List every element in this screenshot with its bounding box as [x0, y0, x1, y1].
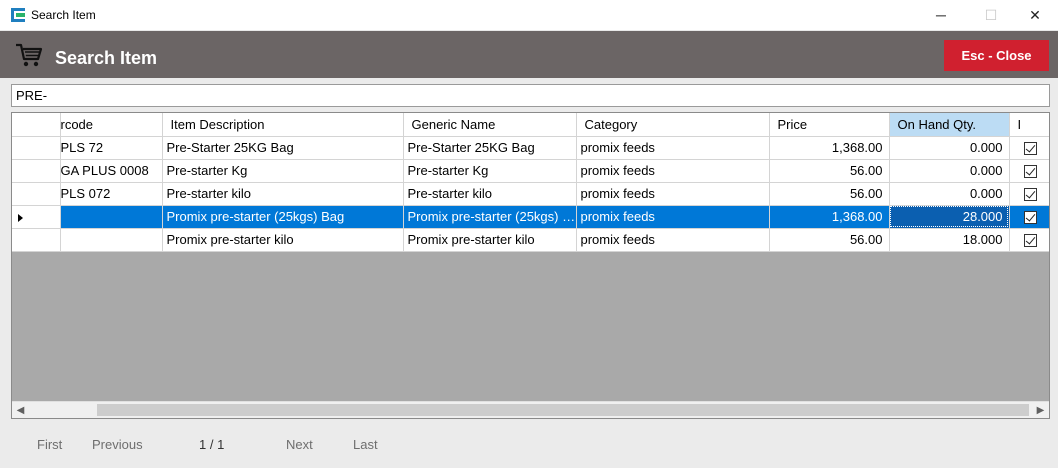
page-title: Search Item	[55, 48, 158, 68]
table-row[interactable]: PLS 072 Pre-starter kilo Pre-starter kil…	[12, 182, 1049, 206]
page-header: Search Item Esc - Close	[0, 31, 1058, 78]
cell-price[interactable]: 56.00	[769, 228, 890, 252]
cell-category[interactable]: promix feeds	[576, 159, 770, 183]
cell-category[interactable]: promix feeds	[576, 228, 770, 252]
cell-description[interactable]: Pre-starter kilo	[162, 182, 404, 206]
column-header-onhand[interactable]: On Hand Qty.	[889, 113, 1010, 137]
search-input[interactable]	[11, 84, 1050, 107]
cell-barcode[interactable]	[60, 205, 163, 229]
cell-checkbox[interactable]	[1009, 159, 1049, 183]
table-row-selected[interactable]: Promix pre-starter (25kgs) Bag Promix pr…	[12, 205, 1049, 229]
cell-category[interactable]: promix feeds	[576, 182, 770, 206]
checkbox[interactable]	[1023, 234, 1037, 248]
cell-checkbox[interactable]	[1009, 136, 1049, 160]
cell-generic[interactable]: Pre-starter kilo	[403, 182, 577, 206]
cell-checkbox[interactable]	[1009, 228, 1049, 252]
window-titlebar: Search Item ─ ☐ ✕	[0, 0, 1058, 31]
cell-barcode[interactable]	[60, 228, 163, 252]
cell-price[interactable]: 1,368.00	[769, 136, 890, 160]
cell-price[interactable]: 56.00	[769, 182, 890, 206]
checkbox[interactable]	[1023, 165, 1037, 179]
row-header[interactable]	[12, 182, 61, 206]
cell-qty[interactable]: 0.000	[889, 182, 1010, 206]
items-grid[interactable]: rcode Item Description Generic Name Cate…	[11, 112, 1050, 419]
cell-generic[interactable]: Promix pre-starter kilo	[403, 228, 577, 252]
horizontal-scrollbar[interactable]: ◀ ▶	[12, 401, 1049, 418]
column-header-barcode[interactable]: rcode	[60, 113, 163, 137]
cell-description[interactable]: Pre-Starter 25KG Bag	[162, 136, 404, 160]
page-indicator: 1 / 1	[199, 437, 225, 452]
table-row[interactable]: GA PLUS 0008 Pre-starter Kg Pre-starter …	[12, 159, 1049, 183]
cell-barcode[interactable]: PLS 072	[60, 182, 163, 206]
cell-description[interactable]: Pre-starter Kg	[162, 159, 404, 183]
cell-price[interactable]: 56.00	[769, 159, 890, 183]
current-row-arrow-icon	[18, 213, 23, 222]
cell-category[interactable]: promix feeds	[576, 136, 770, 160]
cell-qty[interactable]: 0.000	[889, 159, 1010, 183]
checkbox[interactable]	[1023, 188, 1037, 202]
cell-checkbox[interactable]	[1009, 205, 1049, 229]
row-header[interactable]	[12, 205, 61, 229]
checkbox[interactable]	[1023, 211, 1037, 225]
table-row[interactable]: Promix pre-starter kilo Promix pre-start…	[12, 228, 1049, 252]
main-content: rcode Item Description Generic Name Cate…	[0, 78, 1058, 468]
cell-description[interactable]: Promix pre-starter (25kgs) Bag	[162, 205, 404, 229]
scrollbar-thumb[interactable]	[97, 404, 1029, 416]
cell-generic[interactable]: Pre-Starter 25KG Bag	[403, 136, 577, 160]
column-header-generic[interactable]: Generic Name	[403, 113, 577, 137]
cart-icon	[16, 43, 43, 67]
items-table: rcode Item Description Generic Name Cate…	[12, 113, 1049, 252]
minimize-button[interactable]: ─	[918, 0, 964, 30]
cell-price[interactable]: 1,368.00	[769, 205, 890, 229]
esc-close-button[interactable]: Esc - Close	[944, 40, 1049, 71]
scroll-right-icon[interactable]: ▶	[1032, 402, 1049, 418]
column-header-extra[interactable]: I	[1009, 113, 1049, 137]
cell-generic[interactable]: Pre-starter Kg	[403, 159, 577, 183]
checkbox[interactable]	[1023, 142, 1037, 156]
close-window-button[interactable]: ✕	[1012, 0, 1058, 30]
row-header-corner	[12, 113, 61, 137]
next-page-button[interactable]: Next	[286, 437, 313, 452]
cell-category[interactable]: promix feeds	[576, 205, 770, 229]
row-header[interactable]	[12, 136, 61, 160]
table-header-row: rcode Item Description Generic Name Cate…	[12, 113, 1049, 137]
cell-barcode[interactable]: GA PLUS 0008	[60, 159, 163, 183]
column-header-category[interactable]: Category	[576, 113, 770, 137]
row-header[interactable]	[12, 228, 61, 252]
maximize-button[interactable]: ☐	[968, 0, 1014, 30]
cell-description[interactable]: Promix pre-starter kilo	[162, 228, 404, 252]
cell-generic[interactable]: Promix pre-starter (25kgs) Bag	[403, 205, 577, 229]
scroll-left-icon[interactable]: ◀	[12, 402, 29, 418]
window-title: Search Item	[31, 8, 96, 22]
previous-page-button[interactable]: Previous	[92, 437, 143, 452]
row-header[interactable]	[12, 159, 61, 183]
first-page-button[interactable]: First	[37, 437, 62, 452]
cell-qty[interactable]: 28.000	[889, 205, 1010, 229]
column-header-price[interactable]: Price	[769, 113, 890, 137]
cell-qty[interactable]: 18.000	[889, 228, 1010, 252]
cell-qty[interactable]: 0.000	[889, 136, 1010, 160]
table-row[interactable]: PLS 72 Pre-Starter 25KG Bag Pre-Starter …	[12, 136, 1049, 160]
cell-checkbox[interactable]	[1009, 182, 1049, 206]
column-header-description[interactable]: Item Description	[162, 113, 404, 137]
cell-barcode[interactable]: PLS 72	[60, 136, 163, 160]
app-icon	[11, 8, 25, 22]
last-page-button[interactable]: Last	[353, 437, 378, 452]
pagination: First Previous 1 / 1 Next Last	[0, 433, 1058, 457]
